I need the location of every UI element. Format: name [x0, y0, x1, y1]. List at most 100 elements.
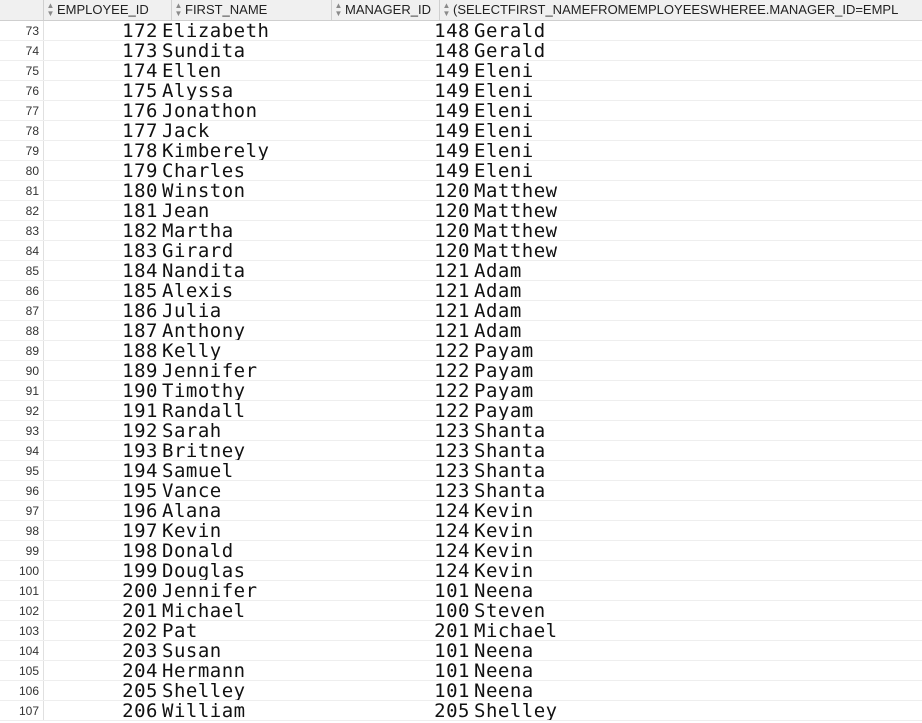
row-number[interactable]: 98 — [0, 521, 44, 540]
cell-first-name[interactable]: Jennifer — [160, 581, 386, 600]
column-header-manager-id[interactable]: ▲ ▼ MANAGER_ID — [332, 0, 440, 20]
cell-manager-id[interactable]: 122 — [386, 361, 472, 380]
table-row[interactable]: 95 194 Samuel 123 Shanta — [0, 461, 922, 481]
table-row[interactable]: 74 173 Sundita 148 Gerald — [0, 41, 922, 61]
cell-manager-name[interactable]: Matthew — [472, 201, 922, 220]
table-row[interactable]: 73 172 Elizabeth 148 Gerald — [0, 21, 922, 41]
row-number[interactable]: 104 — [0, 641, 44, 660]
table-row[interactable]: 80 179 Charles 149 Eleni — [0, 161, 922, 181]
cell-manager-name[interactable]: Neena — [472, 641, 922, 660]
row-number[interactable]: 82 — [0, 201, 44, 220]
cell-employee-id[interactable]: 179 — [44, 161, 160, 180]
cell-manager-id[interactable]: 101 — [386, 681, 472, 700]
table-row[interactable]: 101 200 Jennifer 101 Neena — [0, 581, 922, 601]
sort-icon[interactable]: ▲ ▼ — [46, 2, 55, 18]
cell-manager-name[interactable]: Michael — [472, 621, 922, 640]
table-row[interactable]: 103 202 Pat 201 Michael — [0, 621, 922, 641]
cell-manager-id[interactable]: 148 — [386, 21, 472, 40]
cell-employee-id[interactable]: 178 — [44, 141, 160, 160]
cell-manager-id[interactable]: 124 — [386, 561, 472, 580]
cell-first-name[interactable]: Martha — [160, 221, 386, 240]
cell-manager-name[interactable]: Shanta — [472, 441, 922, 460]
cell-employee-id[interactable]: 174 — [44, 61, 160, 80]
cell-first-name[interactable]: Girard — [160, 241, 386, 260]
cell-first-name[interactable]: Susan — [160, 641, 386, 660]
cell-employee-id[interactable]: 203 — [44, 641, 160, 660]
cell-manager-id[interactable]: 101 — [386, 661, 472, 680]
cell-manager-id[interactable]: 120 — [386, 241, 472, 260]
cell-manager-id[interactable]: 149 — [386, 161, 472, 180]
row-number[interactable]: 83 — [0, 221, 44, 240]
cell-manager-name[interactable]: Shanta — [472, 421, 922, 440]
cell-employee-id[interactable]: 175 — [44, 81, 160, 100]
cell-employee-id[interactable]: 177 — [44, 121, 160, 140]
cell-first-name[interactable]: Britney — [160, 441, 386, 460]
cell-manager-id[interactable]: 124 — [386, 501, 472, 520]
row-number[interactable]: 92 — [0, 401, 44, 420]
cell-manager-name[interactable]: Steven — [472, 601, 922, 620]
cell-manager-name[interactable]: Adam — [472, 281, 922, 300]
table-row[interactable]: 90 189 Jennifer 122 Payam — [0, 361, 922, 381]
table-row[interactable]: 93 192 Sarah 123 Shanta — [0, 421, 922, 441]
cell-first-name[interactable]: Michael — [160, 601, 386, 620]
cell-first-name[interactable]: Alexis — [160, 281, 386, 300]
table-row[interactable]: 91 190 Timothy 122 Payam — [0, 381, 922, 401]
cell-first-name[interactable]: William — [160, 701, 386, 720]
cell-employee-id[interactable]: 182 — [44, 221, 160, 240]
cell-first-name[interactable]: Shelley — [160, 681, 386, 700]
row-number[interactable]: 85 — [0, 261, 44, 280]
row-number[interactable]: 91 — [0, 381, 44, 400]
column-header-first-name[interactable]: ▲ ▼ FIRST_NAME — [172, 0, 332, 20]
table-row[interactable]: 79 178 Kimberely 149 Eleni — [0, 141, 922, 161]
cell-manager-name[interactable]: Eleni — [472, 61, 922, 80]
row-number[interactable]: 94 — [0, 441, 44, 460]
table-row[interactable]: 97 196 Alana 124 Kevin — [0, 501, 922, 521]
cell-first-name[interactable]: Jennifer — [160, 361, 386, 380]
cell-employee-id[interactable]: 197 — [44, 521, 160, 540]
row-number[interactable]: 88 — [0, 321, 44, 340]
cell-manager-name[interactable]: Eleni — [472, 121, 922, 140]
row-number[interactable]: 97 — [0, 501, 44, 520]
cell-employee-id[interactable]: 180 — [44, 181, 160, 200]
table-row[interactable]: 76 175 Alyssa 149 Eleni — [0, 81, 922, 101]
cell-manager-id[interactable]: 201 — [386, 621, 472, 640]
table-row[interactable]: 96 195 Vance 123 Shanta — [0, 481, 922, 501]
row-number[interactable]: 105 — [0, 661, 44, 680]
row-number[interactable]: 81 — [0, 181, 44, 200]
table-row[interactable]: 99 198 Donald 124 Kevin — [0, 541, 922, 561]
row-number[interactable]: 93 — [0, 421, 44, 440]
cell-manager-id[interactable]: 123 — [386, 481, 472, 500]
table-row[interactable]: 94 193 Britney 123 Shanta — [0, 441, 922, 461]
table-row[interactable]: 81 180 Winston 120 Matthew — [0, 181, 922, 201]
row-number[interactable]: 78 — [0, 121, 44, 140]
cell-first-name[interactable]: Kelly — [160, 341, 386, 360]
row-number[interactable]: 80 — [0, 161, 44, 180]
cell-manager-id[interactable]: 101 — [386, 641, 472, 660]
cell-manager-name[interactable]: Matthew — [472, 241, 922, 260]
cell-manager-name[interactable]: Eleni — [472, 161, 922, 180]
cell-manager-name[interactable]: Matthew — [472, 221, 922, 240]
sort-icon[interactable]: ▲ ▼ — [174, 2, 183, 18]
row-number[interactable]: 74 — [0, 41, 44, 60]
row-number[interactable]: 77 — [0, 101, 44, 120]
cell-first-name[interactable]: Alyssa — [160, 81, 386, 100]
row-number[interactable]: 100 — [0, 561, 44, 580]
header-corner[interactable] — [0, 0, 44, 20]
table-row[interactable]: 107 206 William 205 Shelley — [0, 701, 922, 721]
cell-employee-id[interactable]: 185 — [44, 281, 160, 300]
cell-manager-name[interactable]: Neena — [472, 581, 922, 600]
cell-first-name[interactable]: Ellen — [160, 61, 386, 80]
sort-icon[interactable]: ▲ ▼ — [334, 2, 343, 18]
cell-employee-id[interactable]: 183 — [44, 241, 160, 260]
cell-manager-name[interactable]: Kevin — [472, 561, 922, 580]
cell-employee-id[interactable]: 196 — [44, 501, 160, 520]
cell-manager-name[interactable]: Payam — [472, 401, 922, 420]
cell-first-name[interactable]: Jonathon — [160, 101, 386, 120]
cell-first-name[interactable]: Kevin — [160, 521, 386, 540]
row-number[interactable]: 101 — [0, 581, 44, 600]
cell-manager-name[interactable]: Neena — [472, 661, 922, 680]
cell-manager-name[interactable]: Eleni — [472, 141, 922, 160]
table-row[interactable]: 92 191 Randall 122 Payam — [0, 401, 922, 421]
cell-employee-id[interactable]: 188 — [44, 341, 160, 360]
cell-first-name[interactable]: Nandita — [160, 261, 386, 280]
